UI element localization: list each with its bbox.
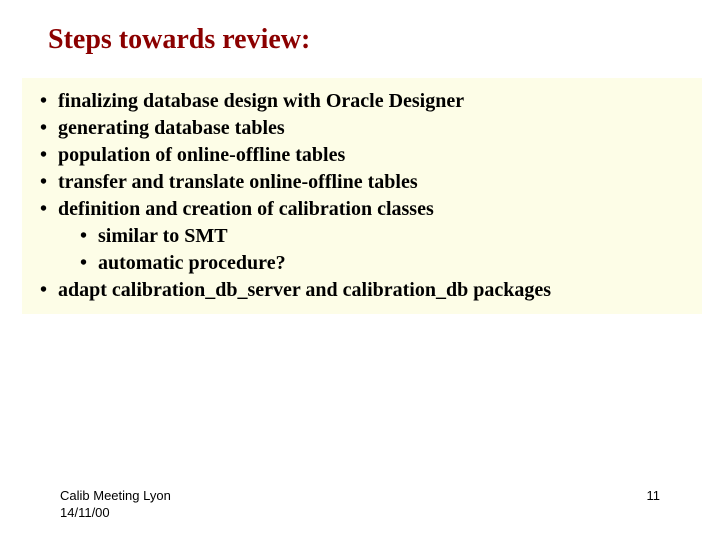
sub-list-item-text: similar to SMT bbox=[98, 225, 228, 247]
list-item-text: finalizing database design with Oracle D… bbox=[58, 90, 464, 112]
list-item-text: population of online-offline tables bbox=[58, 144, 345, 166]
slide-title: Steps towards review: bbox=[0, 0, 720, 56]
list-item: •generating database tables bbox=[22, 115, 702, 142]
list-item: •finalizing database design with Oracle … bbox=[22, 88, 702, 115]
content-panel: •finalizing database design with Oracle … bbox=[22, 78, 702, 314]
list-item-text: transfer and translate online-offline ta… bbox=[58, 171, 418, 193]
sub-list-item-text: automatic procedure? bbox=[98, 252, 286, 274]
list-item-text: generating database tables bbox=[58, 117, 285, 139]
footer-date: 14/11/00 bbox=[60, 505, 171, 522]
footer-venue: Calib Meeting Lyon bbox=[60, 488, 171, 505]
footer-left: Calib Meeting Lyon 14/11/00 bbox=[60, 488, 171, 522]
sub-list-item: •automatic procedure? bbox=[22, 250, 702, 277]
list-item-text: definition and creation of calibration c… bbox=[58, 198, 434, 220]
footer: Calib Meeting Lyon 14/11/00 11 bbox=[0, 488, 720, 522]
list-item-text: adapt calibration_db_server and calibrat… bbox=[58, 279, 551, 301]
list-item: •population of online-offline tables bbox=[22, 142, 702, 169]
sub-list-item: •similar to SMT bbox=[22, 223, 702, 250]
list-item: •transfer and translate online-offline t… bbox=[22, 169, 702, 196]
list-item: •adapt calibration_db_server and calibra… bbox=[22, 277, 702, 304]
list-item: •definition and creation of calibration … bbox=[22, 196, 702, 223]
footer-page-number: 11 bbox=[647, 488, 661, 503]
